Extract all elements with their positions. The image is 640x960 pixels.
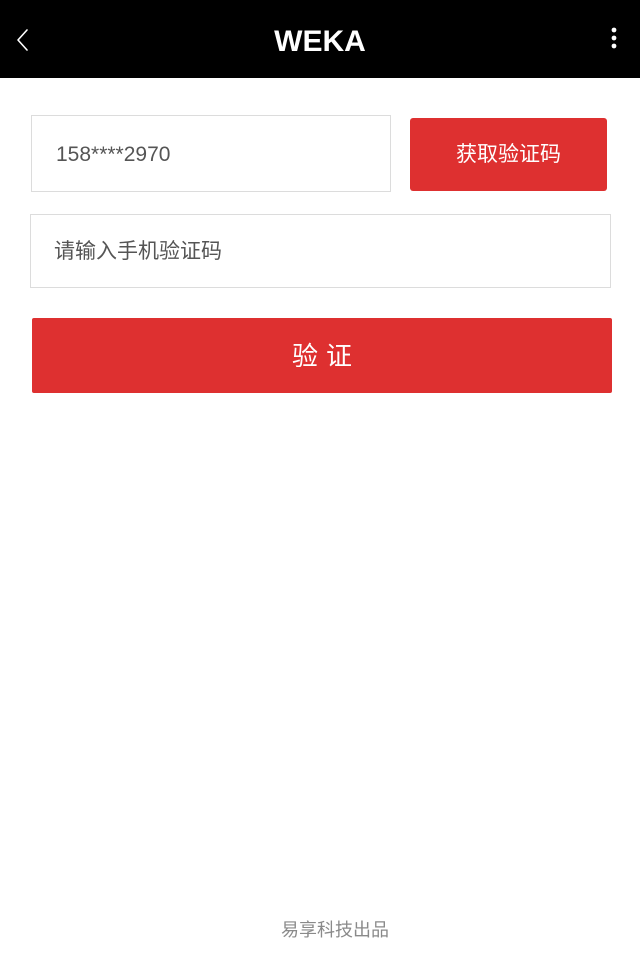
more-button[interactable] — [600, 26, 628, 54]
phone-number-field: 158****2970 — [31, 115, 391, 192]
verify-page: WEKA 158****2970 获取验证码 验证 易享科技出品 — [0, 0, 640, 960]
more-vertical-icon — [611, 27, 617, 49]
verification-code-input[interactable] — [31, 215, 610, 287]
get-code-button[interactable]: 获取验证码 — [410, 118, 607, 191]
footer-credit: 易享科技出品 — [281, 920, 389, 941]
chevron-left-icon — [17, 29, 28, 51]
back-button[interactable] — [8, 24, 36, 56]
top-navbar: WEKA — [0, 0, 640, 78]
verification-code-field — [30, 214, 611, 288]
verify-button[interactable]: 验证 — [32, 318, 612, 393]
phone-number-value: 158****2970 — [56, 143, 171, 166]
page-title: WEKA — [274, 25, 366, 58]
